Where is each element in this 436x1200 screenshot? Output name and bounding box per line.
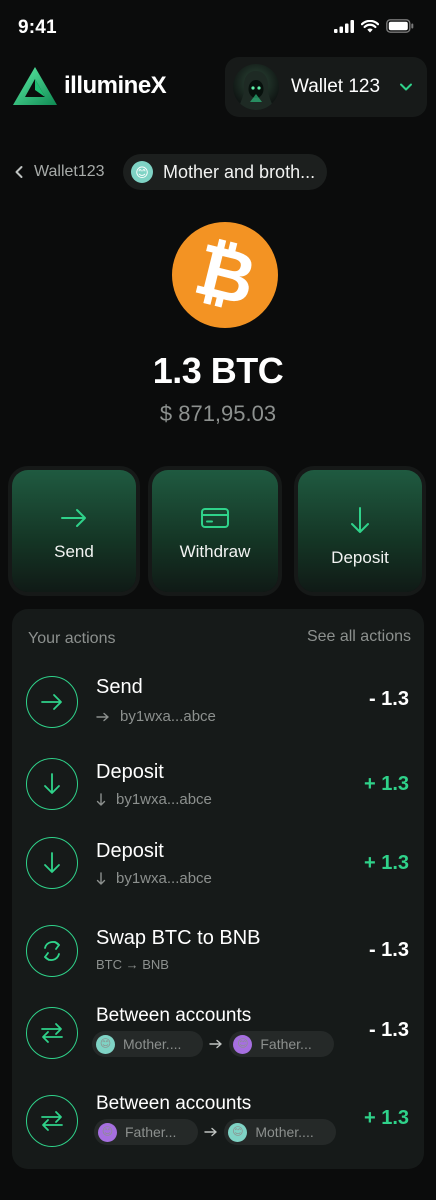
account-chip-label: Mother and broth... (163, 161, 316, 182)
chevron-left-icon (14, 165, 24, 179)
action-amount: - 1.3 (368, 1019, 409, 1041)
illuminex-logo-icon (13, 67, 57, 105)
action-amount: + 1.3 (363, 852, 409, 874)
send-ring-icon (26, 676, 78, 728)
send-button[interactable]: Send (12, 470, 136, 592)
bitcoin-coin-icon: ₿ (172, 222, 278, 328)
arrow-right-icon (61, 509, 86, 527)
asset-balance: 1.3 BTC (152, 350, 284, 391)
action-row[interactable]: Between accounts 😊 Father... 😊 Mother...… (12, 1093, 424, 1173)
transfer-ring-icon (26, 1095, 78, 1147)
action-address: by1wxa...abce (120, 708, 216, 725)
from-account-chip: 😊 Father... (94, 1119, 199, 1145)
action-amount: - 1.3 (368, 939, 409, 961)
arrow-right-icon (96, 712, 109, 721)
wifi-icon (361, 19, 379, 32)
withdraw-button-label: Withdraw (179, 542, 251, 561)
to-account-label: Father... (260, 1036, 312, 1052)
action-amount: - 1.3 (368, 688, 409, 710)
to-account-label: Mother.... (255, 1124, 314, 1140)
app-name: illumineX (64, 72, 167, 99)
status-icons (334, 19, 414, 33)
arrow-right-icon (209, 1039, 223, 1049)
actions-panel: Your actions See all actions Send by1wxa… (12, 609, 424, 1169)
action-subtitle: by1wxa...abce (96, 708, 216, 725)
action-title: Deposit (96, 840, 164, 862)
from-account-label: Father... (125, 1124, 177, 1140)
transfer-ring-icon (26, 1007, 78, 1059)
arrow-down-icon (96, 871, 106, 885)
smiley-avatar-icon: 😊 (228, 1122, 248, 1142)
actions-title: Your actions (28, 630, 116, 647)
see-all-actions-link[interactable]: See all actions (307, 628, 411, 646)
back-link[interactable]: Wallet123 (14, 156, 105, 188)
account-chip[interactable]: 😊 Mother and broth... (123, 154, 328, 190)
smiley-avatar-icon: 😊 (131, 161, 153, 183)
back-label: Wallet123 (34, 163, 105, 180)
signal-icon (334, 19, 354, 33)
bitcoin-symbol: ₿ (186, 229, 264, 321)
action-accounts: 😊 Mother.... 😊 Father... (92, 1031, 334, 1057)
action-row[interactable]: Send by1wxa...abce - 1.3 (12, 672, 424, 752)
app-logo[interactable]: illumineX (12, 66, 167, 106)
action-row[interactable]: Deposit by1wxa...abce + 1.3 (12, 833, 424, 913)
battery-icon (386, 19, 414, 33)
action-title: Deposit (96, 761, 164, 783)
action-amount: + 1.3 (363, 773, 409, 795)
status-bar: 9:41 (0, 0, 436, 52)
smiley-avatar-icon: 😊 (98, 1122, 117, 1142)
status-time: 9:41 (18, 17, 57, 38)
from-account-label: Mother.... (123, 1036, 182, 1052)
action-title: Between accounts (96, 1005, 252, 1026)
chevron-down-icon (400, 83, 412, 91)
to-account-chip: 😊 Mother.... (224, 1119, 336, 1145)
action-subtitle: BTC → BNB (96, 957, 169, 972)
wallet-name: Wallet 123 (291, 76, 381, 97)
from-account-chip: 😊 Mother.... (92, 1031, 204, 1057)
hooded-figure-icon (238, 71, 274, 110)
swap-pair: BTC → BNB (96, 957, 169, 972)
action-amount: + 1.3 (363, 1107, 409, 1129)
smiley-avatar-icon: 😊 (233, 1034, 253, 1054)
smiley-avatar-icon: 😊 (96, 1034, 115, 1054)
deposit-button-label: Deposit (331, 548, 389, 567)
action-title: Send (96, 676, 143, 698)
action-accounts: 😊 Father... 😊 Mother.... (94, 1119, 336, 1145)
arrow-right-icon (204, 1127, 218, 1137)
swap-ring-icon (26, 925, 78, 977)
action-address: by1wxa...abce (116, 791, 212, 808)
deposit-ring-icon (26, 758, 78, 810)
arrow-down-icon (351, 507, 369, 533)
send-button-label: Send (54, 542, 94, 561)
action-subtitle: by1wxa...abce (96, 870, 212, 887)
action-title: Between accounts (96, 1093, 252, 1114)
arrow-down-icon (96, 792, 106, 806)
action-row[interactable]: Swap BTC to BNB BTC → BNB - 1.3 (12, 921, 424, 1001)
action-subtitle: by1wxa...abce (96, 791, 212, 808)
action-row[interactable]: Between accounts 😊 Mother.... 😊 Father..… (12, 1003, 424, 1083)
action-title: Swap BTC to BNB (96, 927, 261, 949)
fiat-balance: $ 871,95.03 (159, 401, 277, 426)
deposit-button[interactable]: Deposit (298, 470, 422, 592)
action-address: by1wxa...abce (116, 870, 212, 887)
to-account-chip: 😊 Father... (229, 1031, 334, 1057)
deposit-ring-icon (26, 837, 78, 889)
wallet-selector[interactable]: Wallet 123 (225, 57, 427, 117)
wallet-avatar (233, 64, 279, 110)
card-icon (201, 508, 229, 528)
withdraw-button[interactable]: Withdraw (152, 470, 278, 592)
action-row[interactable]: Deposit by1wxa...abce + 1.3 (12, 754, 424, 834)
